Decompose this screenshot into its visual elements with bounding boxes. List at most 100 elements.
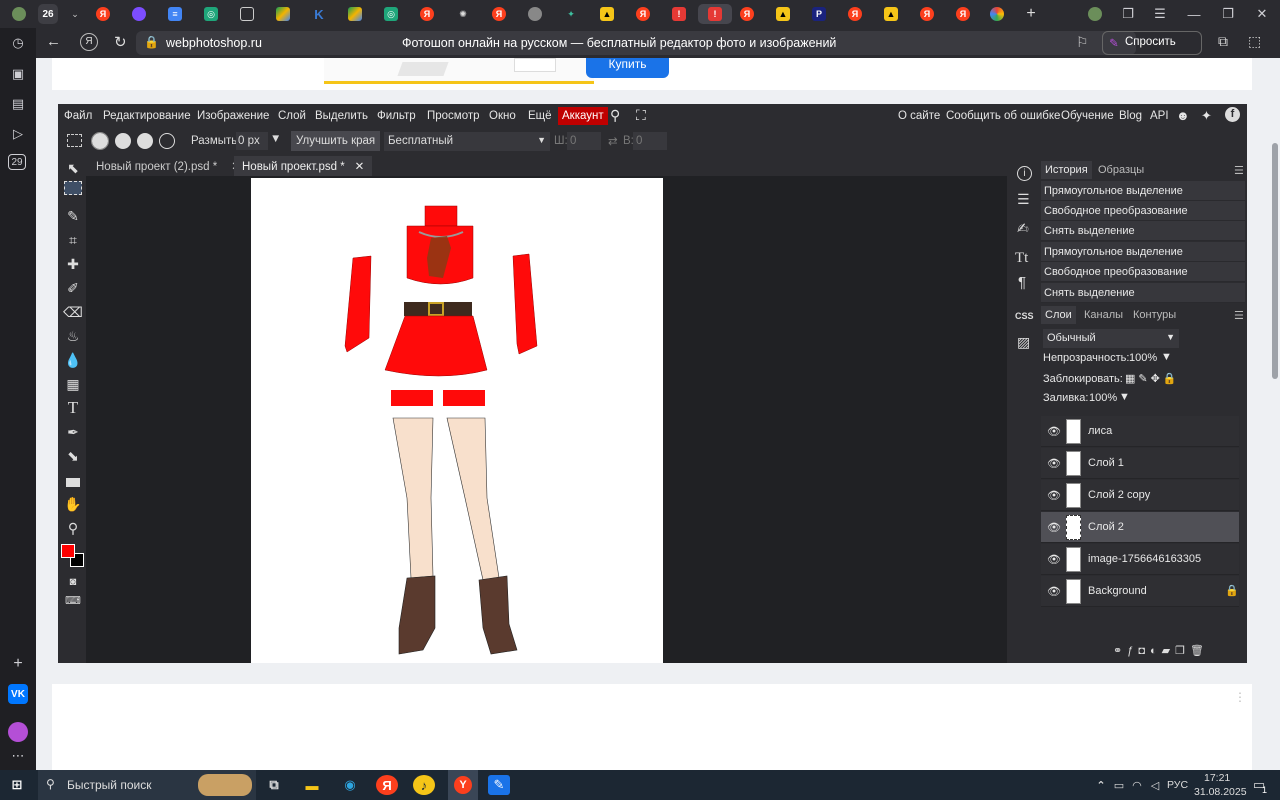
menu-blog[interactable]: Blog bbox=[1119, 110, 1142, 122]
magic-wand-icon[interactable]: ✎ bbox=[62, 206, 84, 226]
marquee-options-icon[interactable] bbox=[67, 134, 82, 147]
profile-avatar[interactable] bbox=[8, 4, 30, 24]
menu-more[interactable]: Ещё bbox=[528, 110, 552, 122]
layer-row[interactable]: 👁 image-1756646163305 bbox=[1041, 544, 1239, 575]
menu-select[interactable]: Выделить bbox=[315, 110, 368, 122]
edge-icon[interactable]: ◉ bbox=[339, 775, 361, 795]
menu-icon[interactable]: ☰ bbox=[1146, 4, 1174, 24]
twitter-icon[interactable]: ✦ bbox=[1201, 108, 1212, 124]
quick-mask-icon[interactable]: ◙ bbox=[62, 572, 84, 592]
volume-icon[interactable]: ◁ bbox=[1144, 775, 1166, 795]
more-icon[interactable]: ⋯ bbox=[8, 746, 28, 766]
new-layer-icon[interactable]: ❐ bbox=[1175, 645, 1190, 657]
buy-button[interactable]: Купить bbox=[586, 58, 669, 78]
fill-input[interactable]: 100% bbox=[1089, 392, 1117, 404]
menu-window[interactable]: Окно bbox=[489, 110, 516, 122]
facebook-icon[interactable]: f bbox=[1225, 107, 1240, 122]
yandex-logo-icon[interactable]: Я bbox=[80, 33, 98, 51]
shape-tool-icon[interactable] bbox=[62, 472, 84, 492]
menu-api[interactable]: API bbox=[1150, 110, 1169, 122]
effects-icon[interactable]: ƒ bbox=[1127, 645, 1138, 657]
bookmark-icon[interactable]: ⚐ bbox=[1076, 34, 1089, 51]
tab-4[interactable]: ◎ bbox=[200, 4, 222, 24]
fill-dropdown-icon[interactable]: ▼ bbox=[1119, 391, 1130, 403]
brush-settings-icon[interactable]: ✍ bbox=[1017, 220, 1029, 237]
close-button[interactable]: ✕ bbox=[1248, 4, 1276, 24]
new-selection-icon[interactable] bbox=[91, 132, 109, 150]
tab-13[interactable] bbox=[524, 4, 546, 24]
tab-yandex-3[interactable]: Я bbox=[488, 4, 510, 24]
tab-docs[interactable]: ≡ bbox=[164, 4, 186, 24]
clock-date[interactable]: 31.08.2025 bbox=[1194, 786, 1247, 798]
tab-2[interactable] bbox=[128, 4, 150, 24]
character-icon[interactable]: Tt bbox=[1015, 250, 1028, 267]
tab-swatches[interactable]: Образцы bbox=[1098, 164, 1144, 176]
tab-5[interactable] bbox=[236, 4, 258, 24]
tab-yandex-1[interactable]: Я bbox=[92, 4, 114, 24]
tab-drive[interactable] bbox=[272, 4, 294, 24]
page-scrollbar[interactable] bbox=[1270, 58, 1280, 770]
menu-account[interactable]: Аккаунт bbox=[558, 107, 608, 125]
history-entry[interactable]: Прямоугольное выделение bbox=[1041, 181, 1245, 201]
tab-26[interactable] bbox=[986, 4, 1008, 24]
minimize-button[interactable]: — bbox=[1180, 4, 1208, 24]
keyboard-icon[interactable]: ⌨ bbox=[62, 590, 84, 610]
menu-learn[interactable]: Обучение bbox=[1061, 110, 1114, 122]
tab-list-chevron-icon[interactable]: ⌄ bbox=[64, 4, 86, 24]
paint-bucket-icon[interactable]: ♨ bbox=[62, 326, 84, 346]
document-canvas[interactable] bbox=[251, 178, 663, 663]
visibility-eye-icon[interactable]: 👁 bbox=[1047, 457, 1061, 470]
refine-edge-button[interactable]: Улучшить края bbox=[291, 131, 381, 151]
layer-row[interactable]: 👁 Background 🔒 bbox=[1041, 576, 1239, 607]
clock-time[interactable]: 17:21 bbox=[1204, 772, 1230, 784]
paint-app-icon[interactable]: ✎ bbox=[488, 775, 510, 795]
tab-drive-2[interactable] bbox=[344, 4, 366, 24]
tab-14[interactable]: ✦ bbox=[560, 4, 582, 24]
collections-icon[interactable]: ▣ bbox=[8, 64, 28, 84]
ask-button[interactable]: ✎ Спросить bbox=[1102, 31, 1202, 55]
add-panel-icon[interactable]: + bbox=[8, 654, 28, 674]
canvas-workspace[interactable] bbox=[86, 176, 1007, 663]
alice-icon[interactable] bbox=[8, 722, 28, 742]
zoom-tool-icon[interactable]: ⚲ bbox=[62, 518, 84, 538]
menu-view[interactable]: Просмотр bbox=[427, 110, 480, 122]
opacity-input[interactable]: 100% bbox=[1129, 352, 1157, 364]
tab-17[interactable]: ! bbox=[668, 4, 690, 24]
path-select-icon[interactable]: ⬊ bbox=[62, 446, 84, 466]
doc-tab-1[interactable]: Новый проект (2).psd *✕ bbox=[88, 156, 249, 176]
menu-edit[interactable]: Редактирование bbox=[103, 110, 191, 122]
menu-report-bug[interactable]: Сообщить об ошибке bbox=[946, 110, 1060, 122]
maximize-button[interactable]: ❐ bbox=[1214, 4, 1242, 24]
tab-paths[interactable]: Контуры bbox=[1133, 309, 1176, 321]
menu-about[interactable]: О сайте bbox=[898, 110, 940, 122]
marquee-tool-icon[interactable] bbox=[64, 181, 82, 195]
yandex-music-icon[interactable]: ♪ bbox=[413, 775, 435, 795]
tab-count-badge[interactable]: 26 bbox=[38, 4, 58, 24]
calendar-badge[interactable]: 29 bbox=[8, 154, 26, 170]
history-entry[interactable]: Снять выделение bbox=[1041, 221, 1245, 241]
layer-row[interactable]: 👁 Слой 2 copy bbox=[1041, 480, 1239, 511]
account-avatar[interactable] bbox=[1084, 4, 1106, 24]
url-box[interactable]: 🔒 webphotoshop.ru Фотошоп онлайн на русс… bbox=[136, 31, 1136, 55]
reddit-icon[interactable]: ☻ bbox=[1176, 108, 1190, 123]
new-group-icon[interactable]: ▰ bbox=[1162, 645, 1175, 657]
history-clock-icon[interactable]: ◷ bbox=[8, 33, 28, 53]
tab-yandex-8[interactable]: Я bbox=[952, 4, 974, 24]
eraser-tool-icon[interactable]: ⌫ bbox=[62, 302, 84, 322]
mask-icon[interactable]: ◘ bbox=[1138, 645, 1150, 657]
tab-history[interactable]: История bbox=[1041, 161, 1092, 179]
panel-menu-icon[interactable]: ☰ bbox=[1234, 309, 1244, 322]
opacity-dropdown-icon[interactable]: ▼ bbox=[1161, 351, 1172, 363]
adjustment-layer-icon[interactable]: ◐ bbox=[1150, 645, 1162, 657]
width-input[interactable]: 0 bbox=[567, 132, 601, 150]
doc-tab-2[interactable]: Новый проект.psd * ✕ bbox=[234, 156, 373, 176]
menu-filter[interactable]: Фильтр bbox=[377, 110, 416, 122]
tab-15[interactable]: ▲ bbox=[596, 4, 618, 24]
search-box[interactable]: ⚲ Быстрый поиск bbox=[38, 770, 256, 800]
url-text[interactable]: webphotoshop.ru bbox=[166, 36, 262, 50]
blur-tool-icon[interactable]: 💧 bbox=[62, 350, 84, 370]
feather-input[interactable]: 0 px bbox=[236, 132, 268, 150]
delete-layer-icon[interactable]: 🗑 bbox=[1190, 645, 1209, 657]
tab-21[interactable]: P bbox=[808, 4, 830, 24]
style-select[interactable]: Бесплатный ▼ bbox=[384, 132, 550, 151]
